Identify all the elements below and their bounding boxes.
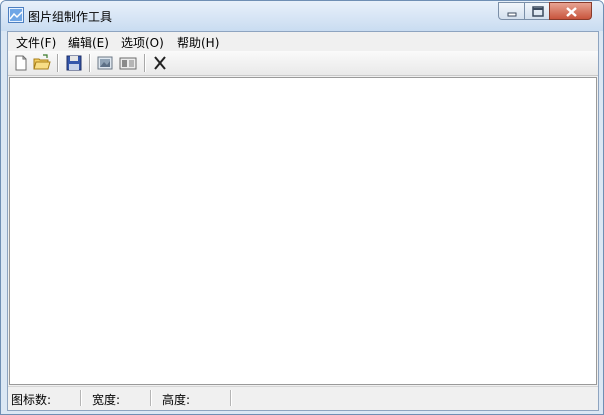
- title-bar[interactable]: 图片组制作工具: [1, 1, 603, 31]
- menu-edit[interactable]: 编辑(E): [68, 34, 109, 51]
- toolbar-separator: [57, 54, 59, 72]
- status-divider: [150, 390, 152, 406]
- minimize-button[interactable]: [498, 2, 525, 20]
- app-window: 图片组制作工具 文件(F) 编辑(E) 选项(O) 帮助(H) 图标数: 宽度:…: [0, 0, 604, 415]
- maximize-button[interactable]: [524, 2, 550, 20]
- open-folder-icon[interactable]: [33, 54, 51, 72]
- menu-help[interactable]: 帮助(H): [177, 34, 219, 51]
- toolbar: [8, 51, 598, 76]
- export-image-icon[interactable]: [119, 54, 137, 72]
- new-file-icon[interactable]: [12, 54, 30, 72]
- status-bar: 图标数: 宽度: 高度:: [8, 386, 598, 409]
- client-area: 文件(F) 编辑(E) 选项(O) 帮助(H) 图标数: 宽度: 高度:: [7, 31, 599, 411]
- workspace-canvas[interactable]: [9, 77, 597, 385]
- save-icon[interactable]: [65, 54, 83, 72]
- status-divider: [230, 390, 232, 406]
- toolbar-separator: [144, 54, 146, 72]
- import-image-icon[interactable]: [96, 54, 114, 72]
- menu-options[interactable]: 选项(O): [121, 34, 164, 51]
- menu-file[interactable]: 文件(F): [16, 34, 56, 51]
- status-height: 高度:: [162, 393, 191, 407]
- close-icon: [566, 7, 577, 17]
- menu-bar: 文件(F) 编辑(E) 选项(O) 帮助(H): [8, 32, 598, 51]
- maximize-icon: [532, 6, 544, 17]
- close-button[interactable]: [549, 2, 592, 20]
- status-icon-count: 图标数:: [11, 393, 52, 407]
- delete-icon[interactable]: [151, 54, 169, 72]
- status-divider: [80, 390, 82, 406]
- status-width: 宽度:: [92, 393, 121, 407]
- window-title: 图片组制作工具: [28, 10, 113, 24]
- toolbar-separator: [89, 54, 91, 72]
- minimize-icon: [507, 12, 517, 17]
- app-icon: [8, 7, 24, 23]
